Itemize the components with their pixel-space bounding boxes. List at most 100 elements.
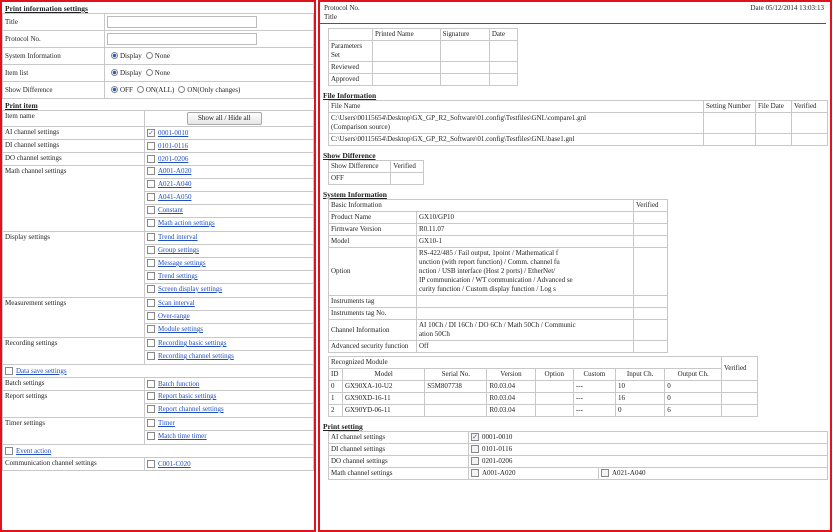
print-info-table: Title Protocol No. System Information Di… xyxy=(2,13,314,99)
display-link-group[interactable]: Group settings xyxy=(158,246,199,254)
math-link-constant[interactable]: Constant xyxy=(158,206,183,214)
basic-info-label: Basic Information xyxy=(328,199,634,212)
display-checkbox[interactable] xyxy=(147,259,155,268)
ps-do-checkbox xyxy=(471,457,479,466)
sig-row-label: Approved xyxy=(328,73,373,86)
event-action-link[interactable]: Event action xyxy=(16,447,51,455)
math-checkbox[interactable] xyxy=(147,180,155,189)
rec-link-channel[interactable]: Recording channel settings xyxy=(158,352,234,360)
title-input[interactable] xyxy=(107,16,257,28)
splitter-grip-icon[interactable]: ⁞ xyxy=(314,140,316,149)
sig-header: Date xyxy=(488,28,519,41)
showdiff-ononly-radio[interactable] xyxy=(178,86,186,94)
meas-link-module[interactable]: Module settings xyxy=(158,325,203,333)
showdiff-onall-radio[interactable] xyxy=(136,86,144,94)
di-label: DI channel settings xyxy=(2,139,145,153)
showdiff-off-radio[interactable] xyxy=(111,86,118,94)
display-link-trend-interval[interactable]: Trend interval xyxy=(158,233,198,241)
di-link[interactable]: 0101-0116 xyxy=(158,142,188,150)
timer-link[interactable]: Timer xyxy=(158,419,175,427)
module-header: ID xyxy=(328,368,343,381)
do-link[interactable]: 0201-0206 xyxy=(158,155,188,163)
module-header: Output Ch. xyxy=(664,368,722,381)
math-link-a021[interactable]: A021-A040 xyxy=(158,180,191,188)
report-link-basic[interactable]: Report basic settings xyxy=(158,392,216,400)
do-checkbox[interactable] xyxy=(147,154,155,163)
math-checkbox[interactable] xyxy=(147,167,155,176)
itemlist-none-radio[interactable] xyxy=(145,69,153,77)
file-info-heading: File Information xyxy=(323,91,377,100)
show-all-button[interactable]: Show all / Hide all xyxy=(187,112,262,125)
rec-link-basic[interactable]: Recording basic settings xyxy=(158,339,226,347)
math-checkbox[interactable] xyxy=(147,206,155,215)
data-save-link[interactable]: Data save settings xyxy=(16,367,67,375)
protocol-label: Protocol No. xyxy=(2,30,105,48)
report-checkbox[interactable] xyxy=(147,392,155,401)
batch-link[interactable]: Batch function xyxy=(158,380,199,388)
file-header: File Date xyxy=(755,100,792,113)
comm-checkbox[interactable] xyxy=(147,459,155,468)
verified-label: Verified xyxy=(633,199,668,212)
math-link-action[interactable]: Math action settings xyxy=(158,219,215,227)
module-verified-label: Verified xyxy=(721,356,758,381)
show-diff-header: Show Difference xyxy=(327,160,392,173)
display-checkbox[interactable] xyxy=(147,246,155,255)
display-link-trend[interactable]: Trend settings xyxy=(158,272,198,280)
itemlist-display-radio[interactable] xyxy=(111,69,118,77)
rec-label: Recording settings xyxy=(2,337,145,365)
option-label: OFF xyxy=(120,85,133,94)
display-label: Display settings xyxy=(2,231,145,298)
report-checkbox[interactable] xyxy=(147,405,155,414)
data-save-checkbox[interactable] xyxy=(5,366,13,375)
ai-link[interactable]: 0001-0010 xyxy=(158,129,188,137)
channel-info-line: AI 10Ch / DI 16Ch / DO 6Ch / Math 50Ch /… xyxy=(419,321,576,329)
adv-sec-value: Off xyxy=(416,340,634,353)
math-checkbox[interactable] xyxy=(147,193,155,202)
math-label: Math channel settings xyxy=(2,165,145,232)
meas-checkbox[interactable] xyxy=(147,325,155,334)
firmware-value: R0.11.07 xyxy=(416,223,634,236)
display-checkbox[interactable] xyxy=(147,272,155,281)
di-checkbox[interactable] xyxy=(147,141,155,150)
display-link-message[interactable]: Message settings xyxy=(158,259,206,267)
event-checkbox[interactable] xyxy=(5,446,13,455)
itemlist-label: Item list xyxy=(2,64,105,82)
ps-do-label: DO channel settings xyxy=(328,455,469,468)
math-link-a001[interactable]: A001-A020 xyxy=(158,167,191,175)
preview-date: Date 05/12/2014 13:03:13 xyxy=(750,4,825,12)
math-checkbox[interactable] xyxy=(147,219,155,228)
match-timer-link[interactable]: Match time timer xyxy=(158,432,207,440)
math-link-a041[interactable]: A041-A050 xyxy=(158,193,191,201)
display-checkbox[interactable] xyxy=(147,233,155,242)
sig-header: Signature xyxy=(439,28,490,41)
batch-checkbox[interactable] xyxy=(147,379,155,388)
ps-do-value: 0201-0206 xyxy=(482,457,513,465)
sysinfo-display-radio[interactable] xyxy=(111,52,118,60)
sig-row-label: Reviewed xyxy=(328,61,373,74)
sig-header: Printed Name xyxy=(372,28,441,41)
ps-math-value: A021-A040 xyxy=(612,469,646,477)
display-checkbox[interactable] xyxy=(147,285,155,294)
report-link-channel[interactable]: Report channel settings xyxy=(158,405,224,413)
comm-link[interactable]: C001-C020 xyxy=(158,460,191,468)
ai-checkbox[interactable]: ✓ xyxy=(147,128,155,137)
ai-label: AI channel settings xyxy=(2,126,145,140)
meas-checkbox[interactable] xyxy=(147,299,155,308)
module-row: 2 GX90YD-06-11 R0.03.04 --- 0 6 xyxy=(328,404,758,417)
meas-link-scan[interactable]: Scan interval xyxy=(158,299,195,307)
channel-info-line: ation 50Ch xyxy=(419,330,450,338)
meas-link-overrange[interactable]: Over-range xyxy=(158,312,190,320)
sysinfo-none-radio[interactable] xyxy=(145,52,153,60)
meas-checkbox[interactable] xyxy=(147,312,155,321)
sysinfo-label: System Information xyxy=(2,47,105,65)
timer-checkbox[interactable] xyxy=(147,432,155,441)
timer-checkbox[interactable] xyxy=(147,419,155,428)
model-value: GX10-1 xyxy=(416,235,634,248)
ps-math-label: Math channel settings xyxy=(328,467,469,480)
preview-protocol-label: Protocol No. xyxy=(324,4,360,12)
protocol-input[interactable] xyxy=(107,33,257,45)
display-link-screen[interactable]: Screen display settings xyxy=(158,285,222,293)
rec-checkbox[interactable] xyxy=(147,339,155,348)
ps-ai-checkbox: ✓ xyxy=(471,433,479,442)
rec-checkbox[interactable] xyxy=(147,352,155,361)
